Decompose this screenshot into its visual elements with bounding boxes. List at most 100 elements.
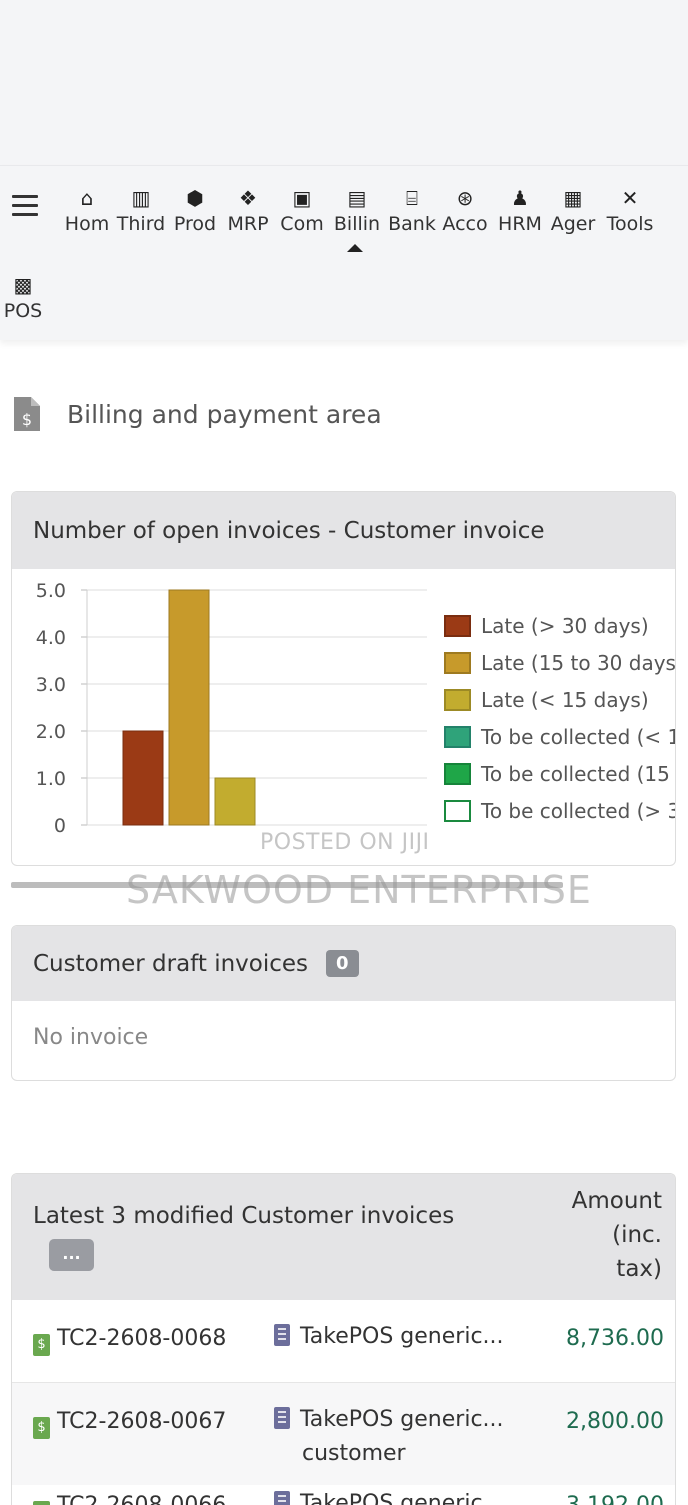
draft-invoices-title: Customer draft invoices [33, 950, 309, 977]
legend-label: Late (15 to 30 days) [481, 651, 676, 675]
invoice-ref: TC2-2608-0066 [57, 1493, 226, 1505]
open-invoices-panel: Number of open invoices - Customer invoi… [11, 491, 676, 866]
building-icon [274, 1407, 290, 1429]
bar [214, 777, 256, 826]
y-tick-label: 1.0 [36, 768, 66, 790]
menu-item-hom[interactable]: ⌂ Hom [57, 185, 117, 237]
customer-link[interactable]: TakePOS generic... [274, 1487, 504, 1505]
invoice-dollar-icon: $ [14, 397, 40, 431]
cash-register-icon: ▩ [13, 273, 33, 297]
menu-item-label: Tools [606, 213, 654, 235]
menu-item-mrp[interactable]: ❖ MRP [218, 185, 278, 237]
legend-swatch [444, 689, 471, 711]
svg-text:$: $ [22, 410, 32, 429]
bank-icon: ⌸ [406, 186, 418, 210]
menu-item-pos[interactable]: ▩ POS [0, 272, 53, 324]
top-bar [0, 0, 688, 165]
menu-item-label: Prod [173, 213, 217, 235]
latest-invoices-title[interactable]: Latest 3 modified Customer invoices [33, 1203, 454, 1229]
customer-link[interactable]: TakePOS generic... [274, 1320, 504, 1354]
customer-link[interactable]: TakePOS generic... customer [274, 1403, 504, 1471]
invoice-ref: TC2-2608-0067 [57, 1409, 227, 1434]
open-invoices-title: Number of open invoices - Customer invoi… [12, 492, 675, 569]
building-icon: ▥ [131, 186, 151, 210]
calendar-icon: ▦ [563, 186, 583, 210]
draft-empty-text: No invoice [33, 1025, 149, 1050]
legend-swatch [444, 652, 471, 674]
invoice-amount: 3,192.00 [566, 1493, 664, 1505]
cube-icon: ⬢ [186, 186, 204, 210]
menu-item-ager[interactable]: ▦ Ager [543, 185, 603, 237]
invoice-amount: 2,800.00 [566, 1409, 664, 1434]
latest-invoices-panel: Latest 3 modified Customer invoices ... … [11, 1173, 676, 1505]
table-row: $ TC2-2608-0066 TakePOS generic... 3,192.… [12, 1485, 675, 1505]
amount-header-line: tax) [616, 1256, 662, 1282]
y-tick-label: 5.0 [36, 580, 66, 602]
active-menu-caret-icon [347, 244, 363, 252]
table-row: $ TC2-2608-0067 TakePOS generic... custome… [12, 1383, 675, 1485]
menu-item-label: Hom [64, 213, 110, 235]
bar [168, 589, 210, 826]
invoice-link[interactable]: $ TC2-2608-0066 [33, 1493, 226, 1505]
menu-item-acco[interactable]: ⊛ Acco [435, 185, 495, 237]
legend-label: Late (< 15 days) [481, 688, 649, 712]
open-invoices-chart: 5.0 4.0 3.0 2.0 1.0 0 Late (> 30 days) Late (1… [12, 569, 676, 865]
invoice-dollar-icon: ▤ [347, 186, 367, 210]
invoice-amount: 8,736.00 [566, 1326, 664, 1351]
menu-item-com[interactable]: ▣ Com [272, 185, 332, 237]
watermark-enterprise: SAKWOOD ENTERPRISE [126, 868, 592, 912]
y-tick-label: 2.0 [36, 721, 66, 743]
customer-name-cont: customer [302, 1441, 406, 1466]
latest-invoices-header: Latest 3 modified Customer invoices ... … [12, 1174, 675, 1300]
menu-item-label: MRP [227, 213, 269, 235]
invoice-dollar-icon: $ [33, 1417, 50, 1439]
amount-column-header: Amount (inc. tax) [572, 1184, 662, 1286]
table-row: $ TC2-2608-0068 TakePOS generic... 8,736.… [12, 1300, 675, 1382]
legend-label: To be collected (15 t [481, 762, 676, 786]
y-tick-label: 0 [54, 815, 66, 837]
invoice-dollar-icon: $ [33, 1334, 50, 1356]
amount-header-line: Amount [571, 1188, 662, 1214]
menu-item-bank[interactable]: ⌸ Bank [382, 185, 442, 237]
legend-swatch [444, 800, 471, 822]
menu-item-label: Third [116, 213, 166, 235]
menu-item-label: Bank [388, 213, 436, 235]
legend-label: Late (> 30 days) [481, 614, 649, 638]
more-button[interactable]: ... [49, 1239, 94, 1271]
hamburger-menu-icon[interactable] [12, 195, 38, 217]
customer-name: TakePOS generic... [300, 1491, 504, 1505]
menu-item-label: HRM [498, 213, 542, 235]
legend-swatch [444, 615, 471, 637]
draft-invoices-header[interactable]: Customer draft invoices 0 [12, 926, 675, 1001]
invoice-dollar-icon: $ [33, 1501, 50, 1505]
menu-item-billin[interactable]: ▤ Billin [327, 185, 387, 237]
customer-name: TakePOS generic... [300, 1407, 504, 1432]
legend-label: To be collected (> 30 [481, 799, 676, 823]
customer-name: TakePOS generic... [300, 1324, 504, 1349]
menu-item-label: Acco [442, 213, 488, 235]
home-icon: ⌂ [80, 186, 94, 210]
building-icon [274, 1324, 290, 1346]
menu-item-prod[interactable]: ⬢ Prod [165, 185, 225, 237]
legend-label: To be collected (< 15 [481, 725, 676, 749]
briefcase-icon: ▣ [292, 186, 312, 210]
legend-swatch [444, 726, 471, 748]
y-tick-label: 3.0 [36, 674, 66, 696]
bar [122, 730, 164, 826]
user-tie-icon: ♟ [511, 186, 529, 210]
cubes-icon: ❖ [239, 186, 257, 210]
building-icon [274, 1491, 290, 1505]
menu-item-hrm[interactable]: ♟ HRM [490, 185, 550, 237]
search-dollar-icon: ⊛ [456, 186, 474, 210]
draft-invoices-panel: Customer draft invoices 0 No invoice [11, 925, 676, 1081]
watermark-posted: POSTED ON JIJI [260, 830, 430, 855]
invoice-link[interactable]: $ TC2-2608-0067 [33, 1409, 226, 1439]
menu-item-label: Com [280, 213, 324, 235]
menu-item-third[interactable]: ▥ Third [111, 185, 171, 237]
y-tick-label: 4.0 [36, 627, 66, 649]
draft-count-badge: 0 [326, 950, 359, 977]
tools-icon: ✕ [621, 186, 639, 210]
menu-item-tools[interactable]: ✕ Tools [600, 185, 660, 237]
invoice-link[interactable]: $ TC2-2608-0068 [33, 1326, 226, 1356]
legend-swatch [444, 763, 471, 785]
